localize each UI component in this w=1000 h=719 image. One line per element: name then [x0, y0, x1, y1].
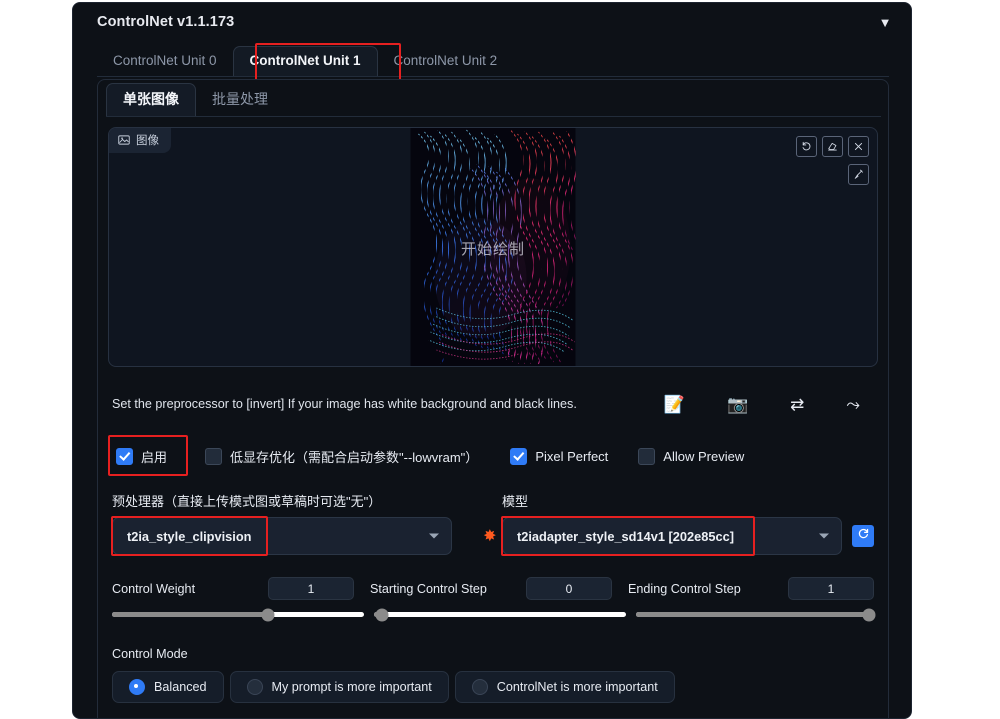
- slider-starting-step-header: Starting Control Step 0: [370, 577, 628, 600]
- slider-ending-step-track[interactable]: [636, 608, 876, 621]
- control-mode-options: Balanced My prompt is more important Con…: [112, 671, 874, 703]
- preprocessor-group: 预处理器（直接上传模式图或草稿时可选"无"） t2ia_style_clipvi…: [111, 491, 478, 556]
- tab-controlnet-unit-0[interactable]: ControlNet Unit 0: [97, 47, 233, 76]
- slider-ending-step-fill: [636, 612, 870, 617]
- slider-control-weight-track[interactable]: [112, 608, 364, 621]
- slider-control-weight-value[interactable]: 1: [268, 577, 354, 600]
- image-icon: [118, 134, 130, 146]
- radio-controlnet-important[interactable]: ControlNet is more important: [454, 671, 675, 703]
- radio-balanced[interactable]: Balanced: [112, 671, 224, 703]
- checkbox-pixel-perfect-label: Pixel Perfect: [535, 448, 609, 464]
- unit-tab-bar: ControlNet Unit 0 ControlNet Unit 1 Cont…: [97, 43, 889, 81]
- chevron-down-icon[interactable]: [819, 533, 829, 539]
- image-badge: 图像: [109, 128, 171, 153]
- model-dropdown[interactable]: t2iadapter_style_sd14v1 [202e85cc]: [501, 516, 842, 556]
- slider-ending-step-thumb[interactable]: [862, 608, 876, 621]
- uploaded-image: 开始绘制: [410, 128, 576, 366]
- preprocessor-dropdown[interactable]: t2ia_style_clipvision: [111, 516, 452, 556]
- checkbox-pixel-perfect[interactable]: Pixel Perfect: [510, 447, 609, 465]
- refresh-icon: [857, 527, 870, 545]
- model-group: 模型 t2iadapter_style_sd14v1 [202e85cc]: [501, 491, 874, 556]
- sparkle-icon[interactable]: ✸: [483, 526, 496, 546]
- radio-my-prompt-important[interactable]: My prompt is more important: [229, 671, 449, 703]
- allow-preview-checkbox-box[interactable]: [638, 447, 656, 465]
- tab-controlnet-unit-2[interactable]: ControlNet Unit 2: [378, 47, 514, 76]
- send-arrow-icon[interactable]: ⤳: [846, 396, 860, 413]
- close-icon[interactable]: [848, 136, 869, 157]
- page-title: ControlNet v1.1.173: [97, 14, 235, 30]
- options-row: 启用 低显存优化（需配合启动参数"--lowvram"） Pixel Perfe…: [108, 435, 874, 476]
- preprocessor-hint-text: Set the preprocessor to [invert] If your…: [112, 397, 577, 411]
- control-mode-section: Control Mode: [112, 647, 874, 661]
- radio-balanced-label: Balanced: [154, 680, 207, 694]
- controlnet-radio-dot[interactable]: [471, 679, 488, 695]
- balanced-radio-dot[interactable]: [129, 679, 145, 695]
- screen: ControlNet v1.1.173 ▼ ControlNet Unit 0 …: [0, 0, 1000, 719]
- slider-starting-step-value[interactable]: 0: [526, 577, 612, 600]
- my-prompt-radio-dot[interactable]: [246, 679, 263, 695]
- tab-controlnet-unit-1[interactable]: ControlNet Unit 1: [232, 46, 378, 76]
- checkbox-lowvram[interactable]: 低显存优化（需配合启动参数"--lowvram"）: [205, 447, 478, 466]
- lowvram-checkbox-box[interactable]: [205, 447, 223, 465]
- slider-control-weight-fill: [112, 612, 269, 617]
- run-preprocessor-button[interactable]: ✸: [478, 491, 502, 555]
- camera-icon[interactable]: 📷: [727, 396, 748, 413]
- slider-ending-step-label: Ending Control Step: [628, 581, 741, 596]
- refresh-models-button[interactable]: [852, 525, 874, 547]
- image-mode-tab-bar: 单张图像 批量处理: [106, 83, 881, 117]
- model-label: 模型: [502, 494, 529, 509]
- preprocessor-label: 预处理器（直接上传模式图或草稿时可选"无"）: [112, 494, 382, 509]
- checkbox-allow-preview-label: Allow Preview: [663, 448, 745, 464]
- panel-header: ControlNet v1.1.173 ▼: [73, 3, 911, 41]
- checkbox-allow-preview[interactable]: Allow Preview: [638, 447, 745, 465]
- eraser-icon[interactable]: [822, 136, 843, 157]
- tab-batch-process[interactable]: 批量处理: [196, 84, 284, 116]
- chevron-down-icon[interactable]: ▼: [877, 15, 893, 31]
- slider-ending-step-value[interactable]: 1: [788, 577, 874, 600]
- control-mode-label: Control Mode: [112, 647, 188, 661]
- slider-starting-step-thumb[interactable]: [375, 608, 389, 621]
- neon-wave-artwork: [410, 128, 576, 366]
- preprocessor-value: t2ia_style_clipvision: [127, 528, 252, 544]
- checkbox-enable[interactable]: 启用: [116, 447, 167, 466]
- unit-content-card: 单张图像 批量处理 图像 开始绘制 Set the preprocessor t…: [97, 79, 889, 718]
- image-drop-area[interactable]: 图像 开始绘制: [108, 127, 878, 367]
- tab-single-image[interactable]: 单张图像: [106, 83, 196, 116]
- swap-arrows-icon[interactable]: ⇄: [790, 396, 804, 413]
- slider-control-weight-label: Control Weight: [112, 581, 196, 596]
- slider-control-weight-thumb[interactable]: [261, 608, 275, 621]
- pixel-perfect-checkbox-box[interactable]: [510, 447, 528, 465]
- brush-icon[interactable]: [848, 164, 869, 185]
- preprocessor-hint-row: Set the preprocessor to [invert] If your…: [112, 389, 874, 419]
- checkbox-lowvram-label: 低显存优化（需配合启动参数"--lowvram"）: [230, 449, 479, 465]
- chevron-down-icon[interactable]: [429, 533, 439, 539]
- slider-ending-step-header: Ending Control Step 1: [628, 577, 874, 600]
- slider-control-weight-header: Control Weight 1: [112, 577, 370, 600]
- preprocessor-model-row: 预处理器（直接上传模式图或草稿时可选"无"） t2ia_style_clipvi…: [111, 491, 874, 556]
- slider-row: Control Weight 1 Starting Control Step 0…: [112, 577, 876, 621]
- checkbox-enable-label: 启用: [141, 449, 168, 465]
- undo-icon[interactable]: [796, 136, 817, 157]
- controlnet-panel: ControlNet v1.1.173 ▼ ControlNet Unit 0 …: [72, 2, 912, 719]
- image-toolbar-secondary: [848, 164, 869, 185]
- enable-checkbox-box[interactable]: [116, 447, 133, 465]
- radio-my-prompt-important-label: My prompt is more important: [271, 680, 432, 694]
- edit-document-icon[interactable]: 📝: [664, 396, 685, 413]
- radio-controlnet-important-label: ControlNet is more important: [496, 680, 658, 694]
- image-toolbar: [796, 136, 869, 157]
- image-badge-label: 图像: [136, 135, 159, 147]
- slider-starting-step-label: Starting Control Step: [370, 581, 487, 596]
- image-action-icons: 📝 📷 ⇄ ⤳: [664, 396, 860, 413]
- slider-starting-step-track[interactable]: [374, 608, 626, 621]
- model-value: t2iadapter_style_sd14v1 [202e85cc]: [517, 528, 734, 544]
